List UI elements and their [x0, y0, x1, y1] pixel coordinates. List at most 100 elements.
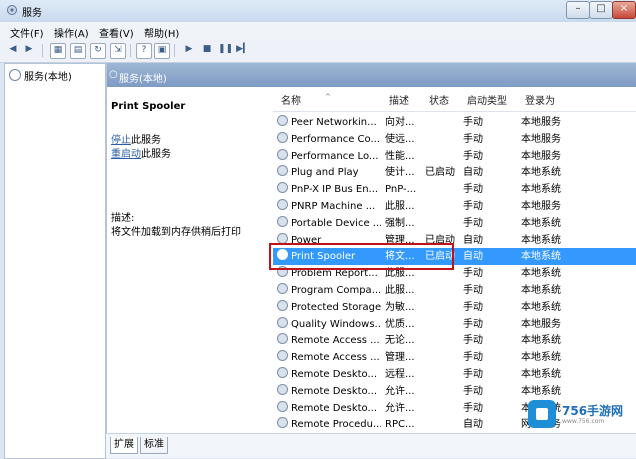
table-row[interactable]: Protected Storage 为敏... 手动 本地系统 [273, 299, 636, 316]
tab-extended[interactable]: 扩展 [110, 437, 138, 454]
column-header-description[interactable]: 描述 [385, 93, 426, 111]
close-button[interactable]: × [612, 1, 636, 19]
table-row[interactable]: PnP-X IP Bus En... PnP-... 手动 本地系统 [273, 181, 636, 198]
service-detail-pane: Print Spooler 停止此服务 重启动此服务 描述: 将文件加载到内存供… [107, 87, 271, 433]
cell-text: 管理... [385, 352, 415, 364]
start-service-icon[interactable]: ▶ [182, 43, 196, 57]
cell-text: 手动 [463, 352, 483, 364]
restart-service-icon[interactable]: ▶▎ [236, 43, 250, 57]
cell-text: 本地系统 [521, 301, 561, 313]
export-list-icon[interactable]: ⇲ [110, 43, 126, 59]
help-icon[interactable]: ? [136, 43, 152, 59]
cell-startup-type: 自动 [463, 164, 519, 181]
table-row[interactable]: Remote Deskto... 远程... 手动 本地系统 [273, 366, 636, 383]
cell-startup-type: 手动 [463, 316, 519, 333]
service-gear-icon [277, 215, 288, 227]
cell-text: 向对... [385, 117, 415, 128]
table-row[interactable]: Remote Access ... 无论... 手动 本地系统 [273, 332, 636, 349]
table-row[interactable]: Performance Lo... 性能... 手动 本地服务 [273, 148, 636, 165]
cell-text: 手动 [463, 369, 483, 380]
cell-text: Remote Deskto... [291, 402, 378, 414]
table-row[interactable]: Peer Networkin... 向对... 手动 本地服务 [273, 114, 636, 131]
table-row[interactable]: Program Compa... 此服... 手动 本地系统 [273, 282, 636, 299]
table-row[interactable]: Performance Co... 使远... 手动 本地服务 [273, 131, 636, 148]
menu-help[interactable]: 帮助(H) [144, 25, 179, 40]
cell-text: 手动 [463, 117, 483, 128]
back-icon[interactable]: ◀ [6, 43, 20, 57]
cell-description: 允许... [385, 400, 423, 417]
watermark-url: www.756.com [562, 418, 605, 425]
cell-text: 自动 [463, 419, 483, 431]
cell-text: 手动 [463, 217, 483, 229]
table-row[interactable]: Plug and Play 使计... 已启动 自动 本地系统 [273, 164, 636, 181]
properties-icon[interactable]: ▤ [70, 43, 86, 59]
cell-name: Remote Deskto... [277, 366, 381, 383]
cell-status: 已启动 [425, 164, 461, 181]
menu-view[interactable]: 查看(V) [99, 25, 134, 40]
cell-startup-type: 自动 [463, 232, 519, 249]
stop-service-icon[interactable]: ■ [200, 43, 214, 57]
cell-description: 无论... [385, 332, 423, 349]
column-header-status[interactable]: 状态 [425, 93, 464, 111]
cell-startup-type: 手动 [463, 349, 519, 366]
cell-description: 远程... [385, 366, 423, 383]
service-gear-icon [277, 115, 288, 126]
minimize-button[interactable]: – [566, 1, 590, 19]
toolbar-separator [130, 44, 131, 57]
service-gear-icon [277, 367, 288, 378]
cell-name: Remote Procedu... [277, 416, 381, 433]
cell-name: PNRP Machine ... [277, 198, 381, 215]
service-gear-icon [277, 232, 288, 244]
pause-service-icon[interactable]: ❚❚ [218, 43, 233, 57]
cell-text: 此服... [385, 201, 415, 212]
table-row[interactable]: Quality Windows... 优质... 手动 本地服务 [273, 316, 636, 333]
cell-text: Remote Procedu... [291, 419, 381, 431]
cell-description: 使远... [385, 131, 423, 148]
cell-text: 手动 [463, 285, 483, 296]
cell-text: 自动 [463, 251, 483, 263]
table-row[interactable]: Remote Deskto... 允许... 手动 本地系统 [273, 383, 636, 400]
cell-name: Remote Deskto... [277, 400, 381, 417]
cell-text: 已启动 [425, 167, 455, 179]
forward-icon[interactable]: ▶ [22, 43, 36, 57]
column-header-log-on-as[interactable]: 登录为 [521, 93, 636, 111]
cell-text: 为敏... [385, 301, 415, 313]
refresh-icon[interactable]: ↻ [90, 43, 106, 59]
cell-text: Peer Networkin... [291, 117, 377, 128]
cell-name: Program Compa... [277, 282, 381, 299]
cell-startup-type: 手动 [463, 400, 519, 417]
table-row[interactable]: Portable Device ... 强制... 手动 本地系统 [273, 215, 636, 232]
toolbar-separator [42, 44, 43, 57]
service-gear-icon [277, 383, 288, 395]
column-header-startup-type[interactable]: 启动类型 [463, 93, 522, 111]
tree-item-services-local[interactable]: 服务(本地) [9, 68, 72, 83]
show-hide-tree-icon[interactable]: ▦ [50, 43, 66, 59]
cell-text: 自动 [463, 234, 483, 246]
menu-file[interactable]: 文件(F) [10, 25, 44, 40]
watermark: 756手游网 www.756.com [528, 400, 628, 430]
cell-text: Performance Co... [291, 133, 381, 145]
menu-bar: 文件(F) 操作(A) 查看(V) 帮助(H) [0, 22, 636, 40]
tab-standard[interactable]: 标准 [140, 437, 168, 454]
cell-text: 本地系统 [521, 251, 561, 263]
panel-header: ○ 服务(本地) [107, 63, 636, 87]
maximize-button[interactable]: □ [589, 1, 613, 19]
restart-service-link[interactable]: 重启动 [111, 149, 141, 160]
table-row[interactable]: PNRP Machine ... 此服... 手动 本地服务 [273, 198, 636, 215]
cell-text: 本地系统 [521, 234, 561, 246]
table-row[interactable]: Remote Access ... 管理... 手动 本地系统 [273, 349, 636, 366]
menu-action[interactable]: 操作(A) [54, 25, 89, 40]
selected-row-highlight-box [269, 243, 454, 270]
cell-text: 本地服务 [521, 133, 561, 145]
service-gear-icon [277, 199, 288, 210]
column-header-name[interactable]: 名称 ^ [273, 93, 386, 111]
cell-startup-type: 手动 [463, 215, 519, 232]
cell-text: 强制... [385, 217, 415, 229]
console-icon[interactable]: ▣ [154, 43, 170, 59]
cell-startup-type: 手动 [463, 383, 519, 400]
service-gear-icon [277, 417, 288, 429]
restart-service-suffix: 此服务 [141, 149, 171, 160]
column-header-name-label: 名称 [281, 96, 301, 107]
sort-arrow-icon: ^ [325, 93, 331, 101]
cell-description: 使计... [385, 164, 423, 181]
